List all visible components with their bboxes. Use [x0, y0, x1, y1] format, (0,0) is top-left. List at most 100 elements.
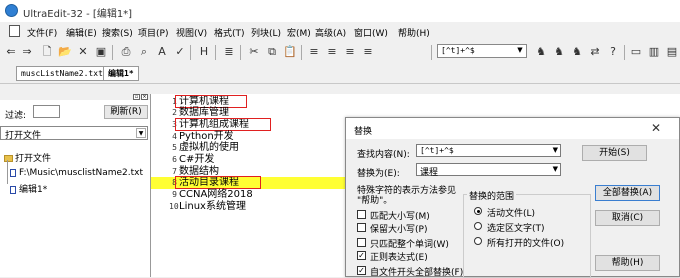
close-icon[interactable]: ✕	[647, 120, 665, 136]
regex-label: 正则表达式(E)	[370, 253, 428, 263]
menu-window[interactable]: 窗口(W)	[354, 26, 388, 39]
menu-help[interactable]: 帮助(H)	[398, 26, 430, 39]
filter-label: 过滤:	[5, 111, 27, 121]
menu-format[interactable]: 格式(T)	[214, 26, 245, 39]
panel-pin-icon[interactable]: ▫	[133, 94, 140, 100]
forward-arrow-icon[interactable]: ⇒	[19, 44, 35, 60]
hex-mode-icon[interactable]: H	[196, 44, 212, 60]
chevron-down-icon[interactable]: ▼	[553, 145, 558, 156]
menu-macro[interactable]: 宏(M)	[287, 26, 311, 39]
tab-musclistname2[interactable]: muscListName2.txt	[16, 66, 108, 81]
line-number: 9	[172, 190, 177, 200]
start-button[interactable]: 开始(S)	[582, 145, 647, 161]
replace-dialog: 替换 ✕ 查找内容(N): [^t]+^$ ▼ 替换为(E): 课程 ▼ 开始(…	[345, 117, 680, 278]
menu-column[interactable]: 列块(L)	[251, 26, 281, 39]
find-icon[interactable]: ♞	[533, 44, 549, 60]
justify-icon[interactable]: ≡	[360, 44, 376, 60]
cut-icon[interactable]: ✂	[246, 44, 262, 60]
regex-checkbox[interactable]: ✓	[357, 251, 366, 260]
replace-all-button[interactable]: 全部替换(A)	[595, 185, 660, 201]
panel-close-icon[interactable]: ×	[141, 94, 148, 100]
match-case-checkbox[interactable]	[357, 210, 366, 219]
find-combo-value: [^t]+^$	[441, 46, 475, 55]
copy-icon[interactable]: ⧉	[264, 44, 280, 60]
tree-connector	[7, 160, 8, 184]
refresh-button[interactable]: 刷新(R)	[104, 105, 148, 119]
editor-line[interactable]: 1 计算机课程	[151, 94, 680, 108]
tree-item-musclistname2[interactable]: F:\Music\musclistName2.txt	[10, 168, 143, 178]
back-arrow-icon[interactable]: ⇐	[3, 44, 19, 60]
align-left-icon[interactable]: ≡	[306, 44, 322, 60]
filter-input[interactable]	[33, 105, 60, 118]
word-wrap-icon[interactable]: ≣	[221, 44, 237, 60]
help-button[interactable]: 帮助(H)	[595, 255, 660, 271]
annotation-box	[175, 117, 271, 131]
paste-icon[interactable]: 📋	[282, 44, 298, 60]
replace-all-from-top-checkbox[interactable]: ✓	[357, 266, 366, 275]
annotation-box	[175, 94, 247, 108]
print-preview-icon[interactable]: ⌕	[136, 44, 152, 60]
split-window-icon[interactable]: ▭	[628, 44, 644, 60]
file-icon	[10, 185, 16, 194]
close-file-icon[interactable]: ✕	[75, 44, 91, 60]
cascade-window-icon[interactable]: ▤	[664, 44, 680, 60]
menu-bar: 文件(F) 编辑(E) 搜索(S) 项目(P) 视图(V) 格式(T) 列块(L…	[0, 22, 680, 42]
font-icon[interactable]: A	[154, 44, 170, 60]
open-files-select[interactable]: 打开文件 ▼	[0, 126, 148, 141]
replace-icon[interactable]: ⇄	[587, 44, 603, 60]
tree-root[interactable]: 打开文件	[4, 151, 51, 164]
new-file-icon[interactable]: 🗋	[39, 44, 55, 60]
line-number: 6	[172, 155, 177, 164]
find-next-icon[interactable]: ♞	[551, 44, 567, 60]
title-bar: UltraEdit-32 - [编辑1*]	[0, 0, 680, 22]
replace-all-from-top-label: 自文件开头全部替换(F)	[370, 268, 464, 278]
toolbar-separator	[431, 45, 432, 60]
cancel-button[interactable]: 取消(C)	[595, 210, 660, 226]
all-open-files-radio[interactable]	[474, 237, 482, 245]
find-combo[interactable]: [^t]+^$ ▼	[437, 44, 527, 58]
tree-root-label: 打开文件	[15, 154, 52, 164]
find-prev-icon[interactable]: ♞	[569, 44, 585, 60]
active-file-radio[interactable]	[474, 207, 482, 215]
document-menu-icon[interactable]	[9, 25, 20, 37]
tab-edit1[interactable]: 编辑1*	[103, 66, 139, 81]
line-number: 10	[169, 201, 179, 211]
find-input[interactable]: [^t]+^$ ▼	[416, 144, 561, 157]
chevron-down-icon[interactable]: ▼	[515, 46, 525, 56]
preserve-case-checkbox[interactable]	[357, 223, 366, 232]
selection-label: 选定区文字(T)	[487, 224, 545, 234]
chevron-down-icon[interactable]: ▼	[553, 164, 558, 175]
align-right-icon[interactable]: ≡	[342, 44, 358, 60]
menu-advanced[interactable]: 高级(A)	[315, 26, 346, 39]
menu-view[interactable]: 视图(V)	[176, 26, 207, 39]
toolbar-separator	[240, 45, 241, 60]
line-number: 5	[172, 143, 177, 153]
tile-window-icon[interactable]: ▥	[646, 44, 662, 60]
menu-edit[interactable]: 编辑(E)	[66, 26, 97, 39]
line-text: 虚拟机的使用	[179, 142, 239, 154]
spellcheck-icon[interactable]: ✓	[172, 44, 188, 60]
toolbar-separator	[112, 45, 113, 60]
scope-label: 替换的范围	[467, 189, 517, 202]
active-file-label: 活动文件(L)	[487, 209, 536, 219]
replace-input[interactable]: 课程 ▼	[416, 163, 561, 178]
preserve-case-label: 保留大小写(P)	[370, 225, 428, 235]
toolbar-separator	[215, 45, 216, 60]
selection-radio[interactable]	[474, 222, 482, 230]
align-center-icon[interactable]: ≡	[324, 44, 340, 60]
menu-search[interactable]: 搜索(S)	[102, 26, 133, 39]
print-icon[interactable]: ⎙	[118, 44, 134, 60]
menu-project[interactable]: 项目(P)	[138, 26, 168, 39]
goto-icon[interactable]: ?	[605, 44, 621, 60]
whole-word-checkbox[interactable]	[357, 238, 366, 247]
open-folder-icon[interactable]: 📂	[57, 44, 73, 60]
menu-file[interactable]: 文件(F)	[27, 26, 57, 39]
chevron-down-icon[interactable]: ▼	[136, 128, 146, 138]
save-icon[interactable]: ▣	[93, 44, 109, 60]
toolbar-separator	[624, 45, 625, 60]
line-number: 2	[172, 108, 177, 118]
replace-label: 替换为(E):	[357, 169, 400, 179]
tree-item-edit1[interactable]: 编辑1*	[10, 182, 47, 195]
line-text: CCNA网络2018	[179, 189, 253, 201]
folder-icon	[4, 155, 13, 162]
